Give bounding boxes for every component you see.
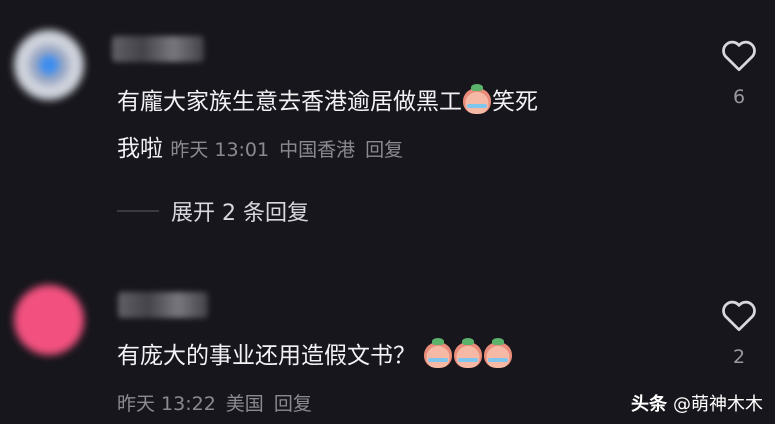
reply-button[interactable]: 回复 (365, 139, 403, 161)
comment-meta: 昨天 13:01 中国香港 回复 (170, 139, 413, 161)
crying-laughing-emoji-icon (424, 338, 453, 368)
comment-text-line: 有龐大家族生意去香港逾居做黑工 (117, 89, 462, 115)
comment-text-line2: 我啦 昨天 13:01 中国香港 回复 (117, 133, 413, 167)
like-count: 2 (732, 346, 746, 368)
heart-outline-icon (722, 40, 756, 72)
comment-text: 有庞大的事业还用造假文书？ (117, 338, 513, 373)
like-button[interactable]: 2 (719, 298, 759, 368)
like-button[interactable]: 6 (719, 38, 759, 108)
username-blurred[interactable] (112, 36, 204, 62)
avatar[interactable] (14, 30, 84, 100)
watermark-handle: @萌神木木 (673, 394, 763, 415)
comment-location: 美国 (225, 393, 264, 415)
crying-laughing-emoji-icon (463, 84, 491, 114)
expand-replies-label: 展开 2 条回复 (171, 201, 309, 226)
reply-button[interactable]: 回复 (274, 393, 312, 415)
like-count: 6 (732, 86, 746, 108)
comment-meta: 昨天 13:22 美国 回复 (117, 388, 322, 421)
avatar[interactable] (14, 285, 84, 355)
watermark: 头条 @萌神木木 (631, 390, 763, 416)
comment-location: 中国香港 (279, 139, 356, 161)
comment-text-line: 有庞大的事业还用造假文书？ (117, 343, 416, 369)
comment-text: 有龐大家族生意去香港逾居做黑工 笑死 (117, 84, 538, 119)
expand-replies-button[interactable]: 展开 2 条回复 (117, 195, 309, 227)
crying-laughing-emoji-icon (454, 338, 483, 368)
comment-time: 昨天 13:22 (117, 393, 216, 415)
comment-text-tail: 笑死 (492, 89, 538, 115)
heart-outline-icon (722, 300, 756, 332)
comment-time: 昨天 13:01 (170, 139, 270, 161)
comment-text-line: 我啦 (117, 136, 163, 162)
watermark-brand: 头条 (631, 394, 667, 415)
crying-laughing-emoji-icon (484, 338, 513, 368)
divider (117, 210, 159, 212)
username-blurred[interactable] (118, 292, 208, 318)
